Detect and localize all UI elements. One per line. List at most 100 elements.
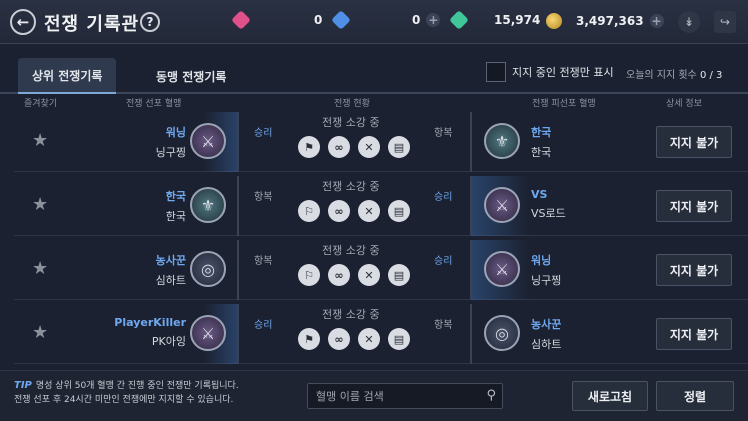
- attacker-emblem-icon: ⚜: [190, 187, 226, 223]
- defender-guild-name: 워닝: [531, 254, 552, 267]
- filter-label: 지지 중인 전쟁만 표시: [512, 66, 614, 79]
- attacker-result: 항복: [254, 192, 273, 203]
- divider: [470, 240, 472, 300]
- favorite-star-icon[interactable]: ★: [32, 324, 48, 342]
- attacker-result: 항복: [254, 256, 273, 267]
- defender-guild[interactable]: 한국 한국: [531, 124, 551, 160]
- war-status: 전쟁 소강 중: [322, 180, 380, 193]
- attacker-guild-name: 한국: [165, 190, 186, 203]
- war-actions: ⚑ ∞ ✕ ▤: [298, 328, 410, 350]
- defender-result: 항복: [434, 320, 453, 331]
- footer: TIP 명성 상위 50개 혈맹 간 진행 중인 전쟁만 기록됩니다. 전쟁 선포…: [0, 370, 748, 421]
- gold-coin-icon: [546, 13, 562, 29]
- gold-currency: 3,497,363 +: [546, 13, 664, 29]
- favorite-star-icon[interactable]: ★: [32, 196, 48, 214]
- attacker-guild[interactable]: 워닝 닝구찡: [156, 124, 186, 160]
- defender-guild[interactable]: 워닝 닝구찡: [531, 252, 561, 288]
- add-blue-gem-plus-icon[interactable]: +: [426, 13, 441, 27]
- defender-result: 승리: [434, 192, 453, 203]
- column-war-info: 전쟁 현황: [334, 99, 370, 109]
- tip-line-1: 명성 상위 50개 혈맹 간 진행 중인 전쟁만 기록됩니다.: [35, 381, 239, 391]
- favorite-star-icon[interactable]: ★: [32, 260, 48, 278]
- today-support-label: 오늘의 지지 횟수: [626, 70, 697, 81]
- defender-emblem-icon: ⚜: [484, 123, 520, 159]
- defender-emblem-icon: ◎: [484, 315, 520, 351]
- blue-gem-icon: [331, 10, 351, 30]
- attacker-emblem-icon: ◎: [190, 251, 226, 287]
- defender-leader: VS로드: [531, 207, 566, 220]
- search-icon[interactable]: ⚲: [486, 388, 496, 403]
- attacker-result: 승리: [254, 128, 273, 139]
- exit-icon[interactable]: ↪: [714, 11, 736, 33]
- supported-war-filter[interactable]: 지지 중인 전쟁만 표시: [486, 62, 614, 82]
- refresh-button[interactable]: 새로고침: [572, 381, 648, 411]
- crossed-flags-icon: ⚑: [298, 136, 320, 158]
- defender-leader: 닝구찡: [531, 274, 562, 287]
- tab-top-war-records[interactable]: 상위 전쟁기록: [18, 58, 117, 94]
- attacker-guild[interactable]: 농사꾼 심하트: [156, 252, 186, 288]
- tab-alliance-war-records[interactable]: 동맹 전쟁기록: [142, 58, 240, 94]
- support-button[interactable]: 지지 불가: [656, 318, 732, 350]
- favorite-star-icon[interactable]: ★: [32, 132, 48, 150]
- sort-button[interactable]: 정렬: [656, 381, 734, 411]
- crossed-flags-icon: ⚑: [298, 328, 320, 350]
- tab-bar: 상위 전쟁기록 동맹 전쟁기록 지지 중인 전쟁만 표시 오늘의 지지 횟수 0…: [0, 52, 748, 94]
- divider: [470, 304, 472, 364]
- attacker-result: 승리: [254, 320, 273, 331]
- tip-label: TIP: [14, 380, 32, 391]
- back-arrow-icon[interactable]: ←: [10, 9, 36, 35]
- guild-search-input[interactable]: [308, 384, 468, 408]
- column-favorite: 즐겨찾기: [24, 99, 58, 109]
- defender-guild[interactable]: 농사꾼 심하트: [531, 316, 561, 352]
- defender-leader: 한국: [531, 146, 552, 159]
- blue-gem-value: 0: [412, 13, 421, 27]
- war-actions: ⚑ ∞ ✕ ▤: [298, 136, 410, 158]
- support-button[interactable]: 지지 불가: [656, 190, 732, 222]
- crossed-swords-icon: ✕: [358, 264, 380, 286]
- blue-gem-currency: 0 +: [331, 10, 441, 30]
- defender-result: 항복: [434, 128, 453, 139]
- defender-emblem-icon: ⚔: [484, 251, 520, 287]
- guild-search: ⚲: [307, 383, 503, 409]
- war-actions: ⚐ ∞ ✕ ▤: [298, 200, 410, 222]
- attacker-leader: PK아잉: [151, 335, 186, 348]
- defender-guild-name: 농사꾼: [531, 318, 562, 331]
- divider: [237, 240, 239, 300]
- scroll-icon: ▤: [388, 136, 410, 158]
- divider: [237, 176, 239, 236]
- add-gold-plus-icon[interactable]: +: [649, 14, 664, 28]
- table-row: ★ 농사꾼 심하트 ◎ 항복 전쟁 소강 중 ⚐ ∞ ✕ ▤ 승리 ⚔ 워닝 닝…: [14, 240, 748, 300]
- divider: [470, 176, 472, 236]
- attacker-leader: 심하트: [155, 274, 186, 287]
- crossed-swords-icon: ✕: [358, 136, 380, 158]
- table-row: ★ PlayerKiller PK아잉 ⚔ 승리 전쟁 소강 중 ⚑ ∞ ✕ ▤…: [14, 304, 748, 364]
- support-button[interactable]: 지지 불가: [656, 126, 732, 158]
- red-gem-icon: [231, 10, 251, 30]
- column-defender: 전쟁 피선포 혈맹: [532, 99, 596, 109]
- crossed-swords-icon: ✕: [358, 328, 380, 350]
- defender-emblem-icon: ⚔: [484, 187, 520, 223]
- scroll-icon: ▤: [388, 264, 410, 286]
- double-chevron-down-icon[interactable]: ↡: [678, 11, 700, 33]
- table-row: ★ 워닝 닝구찡 ⚔ 승리 전쟁 소강 중 ⚑ ∞ ✕ ▤ 항복 ⚜ 한국 한국…: [14, 112, 748, 172]
- defender-guild-name: 한국: [531, 126, 552, 139]
- supported-war-checkbox[interactable]: [486, 62, 506, 82]
- divider: [237, 112, 239, 172]
- attacker-guild[interactable]: PlayerKiller PK아잉: [114, 316, 186, 349]
- support-button[interactable]: 지지 불가: [656, 254, 732, 286]
- infinity-icon: ∞: [328, 264, 350, 286]
- top-bar: ← 전쟁 기록관 ? 0 0 + 15,974 3,497,363 + ↡ ↪: [0, 0, 748, 44]
- defender-guild[interactable]: VS VS로드: [531, 188, 566, 221]
- divider: [237, 304, 239, 364]
- attacker-guild-name: 농사꾼: [155, 254, 186, 267]
- attacker-guild-name: PlayerKiller: [114, 316, 186, 329]
- attacker-leader: 한국: [165, 210, 186, 223]
- attacker-guild[interactable]: 한국 한국: [166, 188, 186, 224]
- help-icon[interactable]: ?: [140, 12, 160, 32]
- green-gem-currency: 15,974: [449, 10, 540, 30]
- red-gem-currency: 0: [231, 10, 322, 30]
- tip-text: TIP 명성 상위 50개 혈맹 간 진행 중인 전쟁만 기록됩니다. 전쟁 선포…: [14, 379, 304, 407]
- tip-line-2: 전쟁 선포 후 24시간 미만인 전쟁에만 지지할 수 있습니다.: [14, 395, 234, 405]
- white-flag-icon: ⚐: [298, 264, 320, 286]
- gold-value: 3,497,363: [576, 14, 644, 28]
